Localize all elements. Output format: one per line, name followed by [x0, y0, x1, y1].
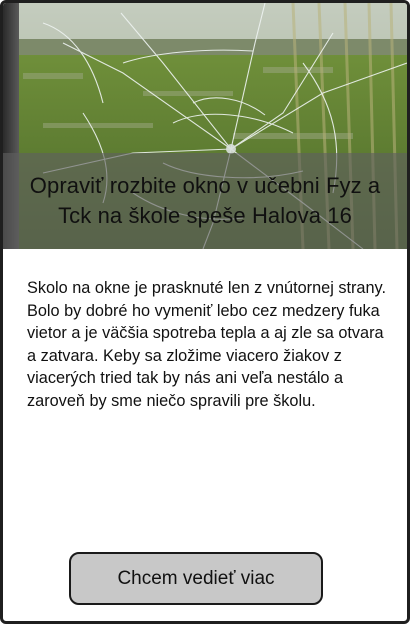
cracked-window-photo: Opraviť rozbite okno v učebni Fyz a Tck … [3, 3, 407, 249]
project-card: Opraviť rozbite okno v učebni Fyz a Tck … [0, 0, 410, 624]
card-title: Opraviť rozbite okno v učebni Fyz a Tck … [29, 173, 381, 228]
card-description: Skolo na okne je prasknuté len z vnútorn… [27, 279, 386, 410]
title-band: Opraviť rozbite okno v učebni Fyz a Tck … [3, 153, 407, 249]
learn-more-button[interactable]: Chcem vedieť viac [69, 552, 323, 605]
